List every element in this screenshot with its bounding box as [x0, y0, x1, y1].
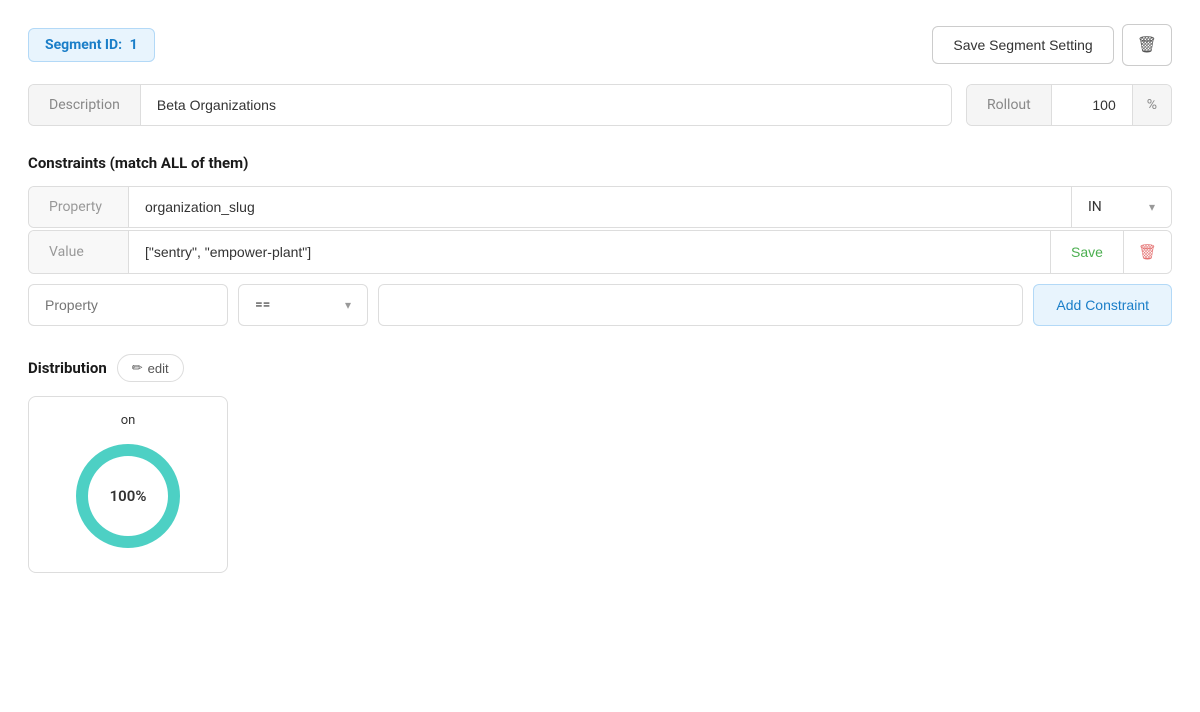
rollout-percent: % — [1132, 85, 1171, 125]
new-property-input[interactable] — [28, 284, 228, 326]
description-rollout-row: Description Rollout % — [28, 84, 1172, 126]
save-constraint-button-0[interactable]: Save — [1050, 231, 1123, 273]
property-input-0[interactable] — [129, 187, 1071, 227]
description-group: Description — [28, 84, 952, 126]
donut-center-text: 100% — [110, 487, 147, 505]
constraint-value-row-0: Value Save 🗑 — [28, 230, 1172, 274]
add-constraint-button[interactable]: Add Constraint — [1033, 284, 1172, 326]
delete-constraint-button-0[interactable]: 🗑 — [1123, 231, 1171, 273]
trash-icon: 🗑 — [1137, 35, 1157, 55]
description-label: Description — [29, 85, 141, 125]
new-operator-select[interactable]: == ▾ — [238, 284, 368, 326]
trash-icon-constraint-0: 🗑 — [1138, 243, 1157, 261]
header-row: Segment ID: 1 Save Segment Setting 🗑 — [28, 24, 1172, 66]
new-operator-value: == — [255, 297, 270, 313]
operator-value-0: IN — [1088, 199, 1102, 215]
chevron-down-icon-0: ▾ — [1149, 200, 1155, 214]
pencil-icon: ✏ — [132, 360, 143, 376]
distribution-edit-button[interactable]: ✏ edit — [117, 354, 184, 382]
distribution-on-label: on — [121, 413, 136, 428]
constraints-section-title: Constraints (match ALL of them) — [28, 154, 1172, 172]
header-actions: Save Segment Setting 🗑 — [932, 24, 1172, 66]
new-value-input[interactable] — [378, 284, 1023, 326]
constraint-block-0: Property IN ▾ Value Save 🗑 — [28, 186, 1172, 274]
property-label-0: Property — [29, 187, 129, 227]
segment-id-label: Segment ID: — [45, 37, 122, 53]
rollout-group: Rollout % — [966, 84, 1172, 126]
segment-id-value: 1 — [130, 37, 138, 53]
distribution-card: on 100% — [28, 396, 228, 573]
edit-label: edit — [148, 361, 169, 376]
distribution-title: Distribution — [28, 359, 107, 377]
add-constraint-row: == ▾ Add Constraint — [28, 284, 1172, 326]
save-segment-button[interactable]: Save Segment Setting — [932, 26, 1113, 64]
rollout-input[interactable] — [1052, 85, 1132, 125]
donut-chart: 100% — [68, 436, 188, 556]
operator-select-0[interactable]: IN ▾ — [1071, 187, 1171, 227]
constraint-property-row-0: Property IN ▾ — [28, 186, 1172, 228]
description-input[interactable] — [141, 85, 951, 125]
chevron-down-icon-new: ▾ — [345, 298, 351, 312]
value-label-0: Value — [29, 231, 129, 273]
segment-id-badge: Segment ID: 1 — [28, 28, 155, 62]
delete-segment-button[interactable]: 🗑 — [1122, 24, 1172, 66]
rollout-label: Rollout — [967, 85, 1052, 125]
distribution-header: Distribution ✏ edit — [28, 354, 1172, 382]
value-input-0[interactable] — [129, 231, 1050, 273]
